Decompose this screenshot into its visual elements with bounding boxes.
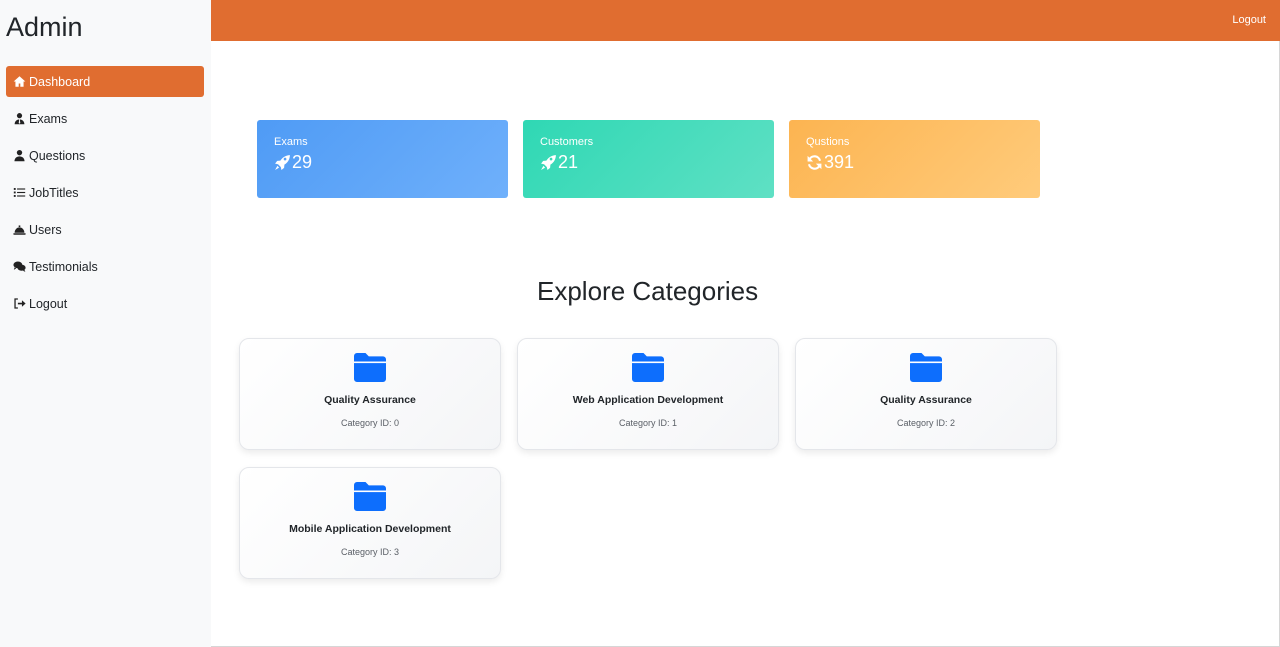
stat-card-customers: Customers 21 — [523, 120, 774, 198]
folder-icon — [354, 353, 386, 382]
category-id: Category ID: 0 — [340, 418, 400, 428]
rocket-icon — [275, 155, 290, 170]
sidebar-item-label: Testimonials — [29, 259, 98, 274]
logout-link[interactable]: Logout — [1232, 14, 1266, 26]
home-icon — [12, 75, 26, 89]
sidebar-item-label: Questions — [29, 148, 86, 163]
stat-value: 29 — [292, 152, 313, 172]
refresh-icon — [807, 155, 822, 170]
sidebar-item-testimonials[interactable]: Testimonials — [6, 251, 204, 282]
user-tie-icon — [12, 112, 26, 126]
sign-out-icon — [12, 297, 26, 311]
sidebar-item-label: JobTitles — [29, 185, 79, 200]
sidebar-nav: Dashboard Exams Questions JobTitles User… — [6, 66, 204, 325]
list-icon — [12, 186, 26, 200]
rocket-icon — [541, 155, 556, 170]
category-card[interactable]: Web Application Development Category ID:… — [517, 338, 779, 450]
bell-concierge-icon — [12, 223, 26, 237]
stat-label: Exams — [274, 136, 308, 148]
comments-icon — [12, 260, 26, 274]
category-name: Web Application Development — [572, 394, 724, 406]
sidebar-item-dashboard[interactable]: Dashboard — [6, 66, 204, 97]
folder-icon — [354, 482, 386, 511]
category-card[interactable]: Mobile Application Development Category … — [239, 467, 501, 579]
stat-value: 391 — [824, 152, 855, 172]
stat-value: 21 — [558, 152, 579, 172]
sidebar: Admin Dashboard Exams Questions JobTitle… — [0, 0, 211, 647]
category-id: Category ID: 2 — [896, 418, 956, 428]
category-name: Mobile Application Development — [289, 523, 451, 535]
category-card[interactable]: Quality Assurance Category ID: 2 — [795, 338, 1057, 450]
stat-card-exams: Exams 29 — [257, 120, 508, 198]
stat-label: Customers — [540, 136, 594, 148]
sidebar-item-exams[interactable]: Exams — [6, 103, 204, 134]
folder-icon — [910, 353, 942, 382]
sidebar-item-users[interactable]: Users — [6, 214, 204, 245]
sidebar-item-label: Logout — [29, 296, 68, 311]
brand-title: Admin — [6, 12, 83, 42]
sidebar-item-label: Users — [29, 222, 62, 237]
sidebar-item-label: Dashboard — [29, 74, 91, 89]
sidebar-item-logout[interactable]: Logout — [6, 288, 204, 319]
sidebar-item-questions[interactable]: Questions — [6, 140, 204, 171]
category-name: Quality Assurance — [324, 394, 416, 406]
sidebar-item-jobtitles[interactable]: JobTitles — [6, 177, 204, 208]
category-card[interactable]: Quality Assurance Category ID: 0 — [239, 338, 501, 450]
folder-icon — [632, 353, 664, 382]
category-id: Category ID: 3 — [340, 547, 400, 557]
sidebar-item-label: Exams — [29, 111, 68, 126]
stat-card-questions: Qustions 391 — [789, 120, 1040, 198]
top-navbar: Logout — [211, 0, 1280, 41]
category-id: Category ID: 1 — [618, 418, 678, 428]
stat-label: Qustions — [806, 136, 850, 148]
section-title: Explore Categories — [537, 276, 759, 306]
category-name: Quality Assurance — [880, 394, 972, 406]
user-icon — [12, 149, 26, 163]
